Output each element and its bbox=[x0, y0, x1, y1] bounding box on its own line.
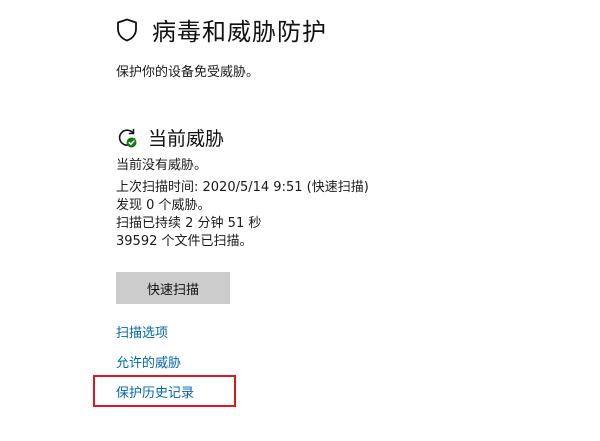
current-threats-header: 当前威胁 bbox=[116, 124, 224, 151]
last-scan-text: 上次扫描时间: 2020/5/14 9:51 (快速扫描) bbox=[116, 180, 369, 195]
files-scanned-text: 39592 个文件已扫描。 bbox=[116, 234, 253, 249]
current-threats-title: 当前威胁 bbox=[148, 128, 225, 150]
allowed-threats-link[interactable]: 允许的威胁 bbox=[116, 352, 181, 371]
highlight-annotation-box bbox=[93, 375, 236, 407]
quick-scan-button[interactable]: 快速扫描 bbox=[116, 272, 230, 304]
scan-duration-text: 扫描已持续 2 分钟 51 秒 bbox=[116, 216, 262, 231]
virus-threat-protection-page: 病毒和威胁防护 保护你的设备免受威胁。 当前威胁 当前没有威胁。 上次扫描时间:… bbox=[0, 0, 600, 441]
threats-found-text: 发现 0 个威胁。 bbox=[116, 198, 211, 213]
shield-icon bbox=[116, 18, 138, 42]
threat-info: 当前没有威胁。 上次扫描时间: 2020/5/14 9:51 (快速扫描) 发现… bbox=[116, 157, 369, 251]
refresh-check-icon bbox=[116, 127, 138, 149]
scan-options-link[interactable]: 扫描选项 bbox=[116, 322, 168, 341]
page-subtitle: 保护你的设备免受威胁。 bbox=[116, 65, 260, 80]
threat-status-text: 当前没有威胁。 bbox=[116, 158, 208, 173]
page-header: 病毒和威胁防护 bbox=[116, 12, 327, 47]
page-title: 病毒和威胁防护 bbox=[152, 18, 327, 46]
left-navigation-area bbox=[0, 0, 92, 441]
